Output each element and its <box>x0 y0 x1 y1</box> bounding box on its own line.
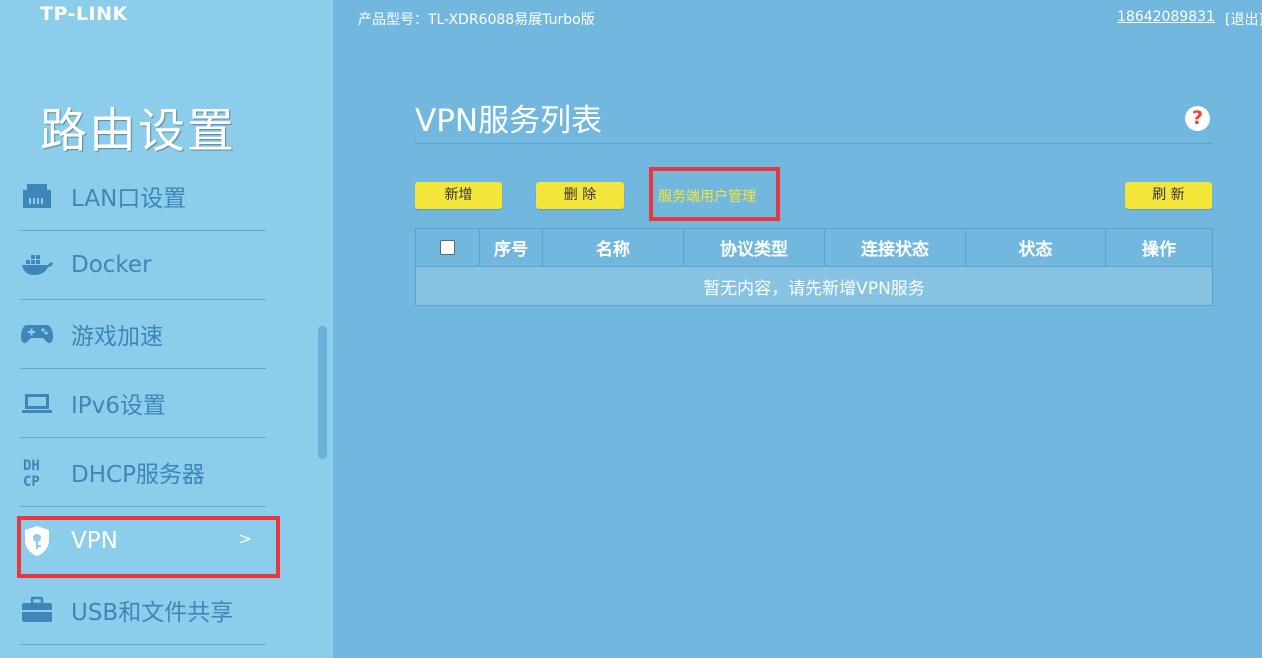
select-all-cell <box>415 228 480 267</box>
docker-whale-icon <box>20 248 54 282</box>
sidebar-item-lan[interactable]: LAN口设置 <box>20 162 266 231</box>
gamepad-icon <box>20 317 54 351</box>
sidebar-item-label: IPv6设置 <box>71 393 166 419</box>
column-header: 连接状态 <box>824 228 966 267</box>
tp-link-logo: TP-LINK <box>40 3 128 25</box>
add-button[interactable]: 新增 <box>415 182 502 209</box>
account-link[interactable]: 18642089831 <box>1117 9 1215 25</box>
sidebar-item-label: Docker <box>71 252 152 278</box>
sidebar-item-vpn[interactable]: VPN > <box>20 507 266 576</box>
table-header-row: 序号 名称 协议类型 连接状态 状态 操作 <box>415 228 1213 267</box>
vpn-service-table: 序号 名称 协议类型 连接状态 状态 操作 暂无内容，请先新增VPN服务 <box>415 228 1213 306</box>
table-row: 暂无内容，请先新增VPN服务 <box>415 266 1213 306</box>
sidebar-item-label: LAN口设置 <box>71 186 187 212</box>
sidebar-item-usb[interactable]: USB和文件共享 <box>20 576 266 645</box>
page-title: VPN服务列表 <box>415 103 603 139</box>
refresh-button[interactable]: 刷 新 <box>1125 182 1212 209</box>
column-header: 操作 <box>1105 228 1213 267</box>
server-user-management-link[interactable]: 服务端用户管理 <box>658 186 756 206</box>
sidebar-item-game[interactable]: 游戏加速 <box>20 300 266 369</box>
sidebar-item-label: VPN <box>71 528 118 554</box>
empty-table-message: 暂无内容，请先新增VPN服务 <box>415 266 1213 306</box>
help-icon[interactable]: ? <box>1185 106 1210 131</box>
sidebar: TP-LINK 路由设置 LAN口设置 Docker 游戏加速 IPv6设置 D… <box>0 0 333 658</box>
sidebar-menu: LAN口设置 Docker 游戏加速 IPv6设置 DHCP DHCP服务器 <box>20 162 266 645</box>
dhcp-text-icon: DH CP <box>20 455 54 489</box>
column-header: 状态 <box>965 228 1106 267</box>
delete-button[interactable]: 删 除 <box>536 182 624 209</box>
sidebar-item-label: DHCP服务器 <box>71 462 205 488</box>
column-header: 序号 <box>479 228 543 267</box>
svg-text:DH: DH <box>23 458 40 474</box>
column-header: 名称 <box>542 228 684 267</box>
sidebar-item-docker[interactable]: Docker <box>20 231 266 300</box>
laptop-icon <box>20 386 54 420</box>
sidebar-title: 路由设置 <box>40 104 236 159</box>
svg-text:CP: CP <box>23 474 40 488</box>
ethernet-port-icon <box>20 179 54 213</box>
sidebar-scrollbar[interactable] <box>318 326 327 459</box>
shield-key-icon <box>20 524 54 558</box>
title-divider <box>415 143 1212 144</box>
logout-link[interactable]: [退出] <box>1225 9 1262 29</box>
sidebar-item-label: 游戏加速 <box>71 324 163 350</box>
select-all-checkbox[interactable] <box>440 240 455 255</box>
column-header: 协议类型 <box>683 228 825 267</box>
sidebar-item-dhcp[interactable]: DH CP DHCP服务器 <box>20 438 266 507</box>
briefcase-icon <box>20 593 54 627</box>
sidebar-item-label: USB和文件共享 <box>71 600 234 626</box>
sidebar-item-ipv6[interactable]: IPv6设置 <box>20 369 266 438</box>
chevron-right-icon: > <box>238 529 252 548</box>
product-model: 产品型号：TL-XDR6088易展Turbo版 <box>358 12 595 28</box>
